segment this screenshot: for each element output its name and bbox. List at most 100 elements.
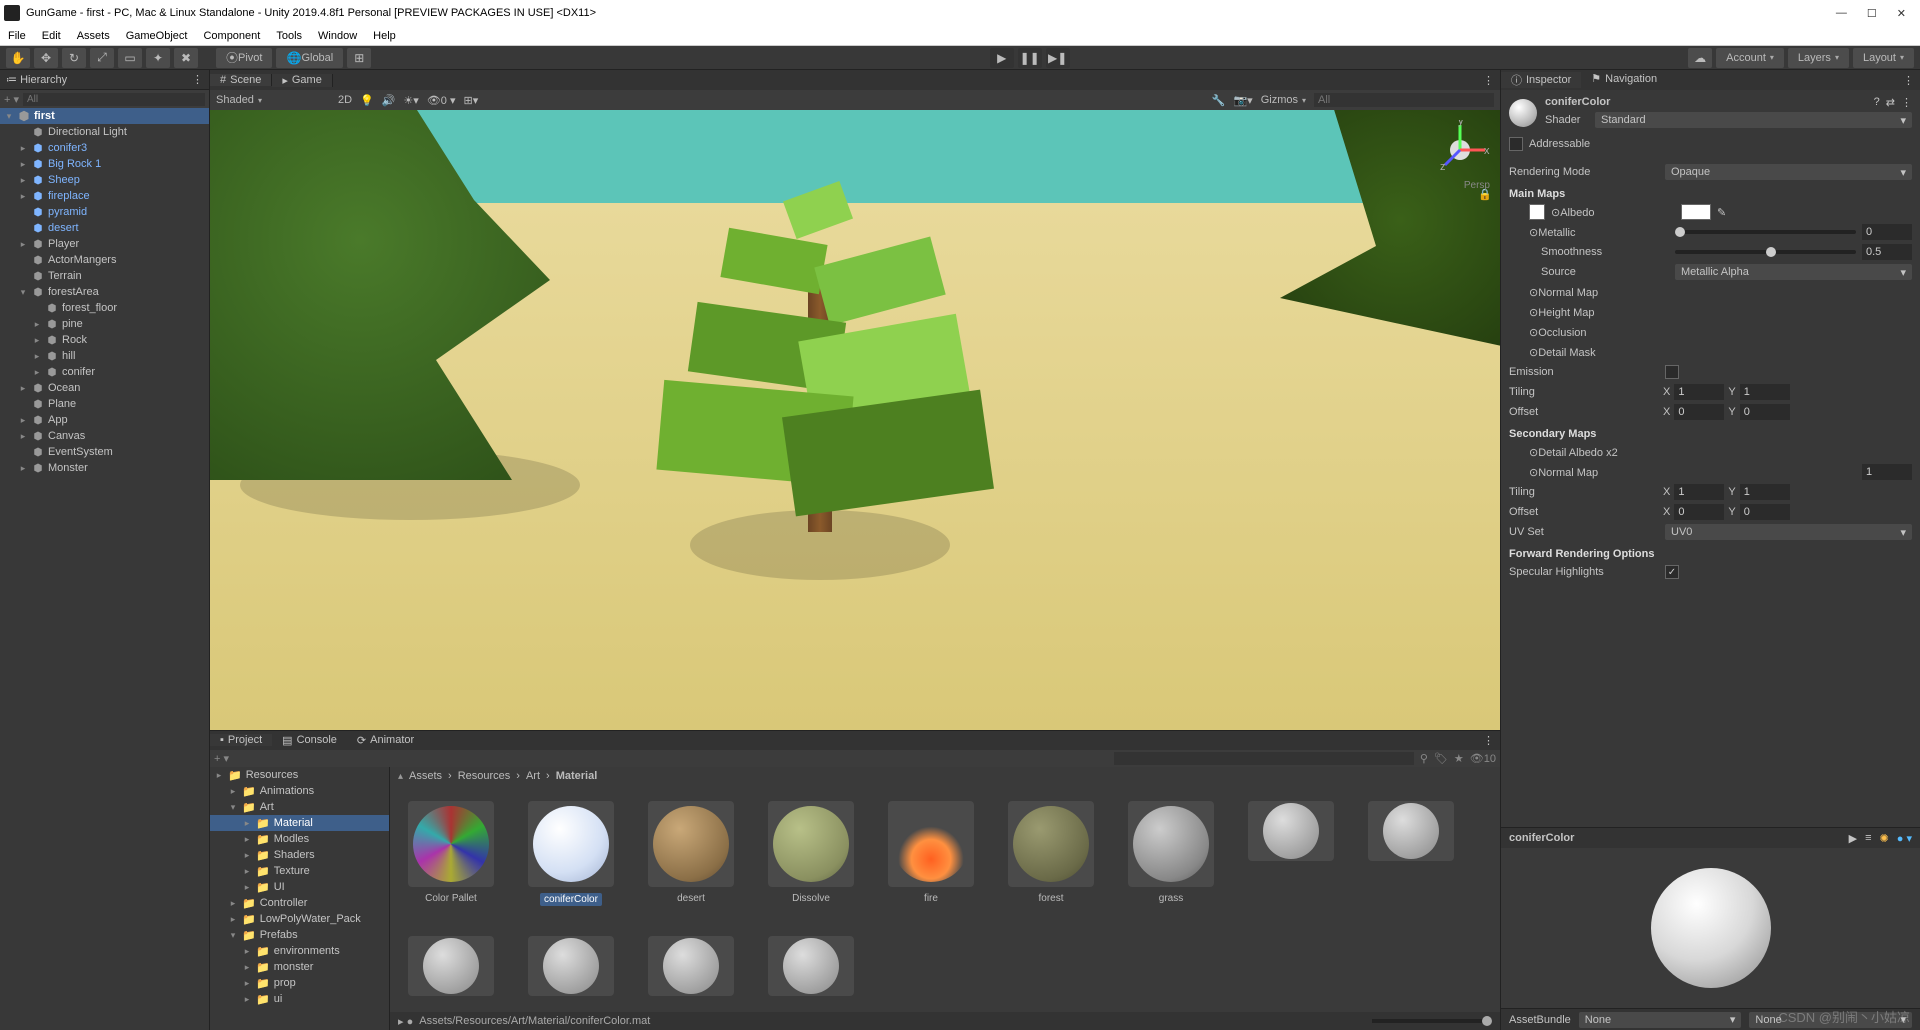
folder-item[interactable]: ▸📁Texture [210,863,389,879]
hierarchy-item[interactable]: ▸Monster [0,460,209,476]
offset2-y[interactable]: 0 [1740,504,1790,520]
project-menu-icon[interactable]: ⋮ [1477,734,1500,747]
grid-icon[interactable]: ⊞▾ [463,94,478,107]
crumb-material[interactable]: Material [556,770,598,782]
move-tool-button[interactable]: ✥ [34,48,58,68]
asset-item[interactable] [1366,801,1456,906]
asset-item[interactable]: desert [646,801,736,906]
asset-item[interactable]: Dissolve [766,801,856,906]
hierarchy-item[interactable]: EventSystem [0,444,209,460]
rect-tool-button[interactable]: ▭ [118,48,142,68]
normal2-value[interactable]: 1 [1862,464,1912,480]
folder-item[interactable]: ▸📁Resources [210,767,389,783]
filter-icon[interactable]: ⚲ [1420,752,1428,765]
scale-tool-button[interactable]: ⤢ [90,48,114,68]
preview-wire-icon[interactable]: ≡ [1865,832,1871,845]
pivot-toggle[interactable]: ⦿ Pivot [216,48,272,68]
hierarchy-item[interactable]: ▸Sheep [0,172,209,188]
material-preview-sphere[interactable] [1651,868,1771,988]
transform-tool-button[interactable]: ✦ [146,48,170,68]
tiling-y[interactable]: 1 [1740,384,1790,400]
asset-item[interactable] [1246,801,1336,906]
folder-item[interactable]: ▾📁Prefabs [210,927,389,943]
project-search-input[interactable] [1114,752,1414,765]
minimize-button[interactable]: — [1836,7,1847,20]
tab-project[interactable]: ▪ Project [210,734,272,746]
tiling-x[interactable]: 1 [1674,384,1724,400]
tab-console[interactable]: ▤ Console [272,734,347,747]
layout-dropdown[interactable]: Layout [1853,48,1914,68]
scene-view[interactable]: yxz 🔒 Persp [210,110,1500,730]
scene-tab-game[interactable]: ▸ Game [272,74,333,87]
hierarchy-tab[interactable]: ≔ Hierarchy [6,73,67,86]
tiling2-x[interactable]: 1 [1674,484,1724,500]
metallic-slider[interactable] [1675,230,1856,234]
star-icon[interactable]: ★ [1454,752,1464,765]
assetbundle-dropdown[interactable]: None▾ [1579,1012,1742,1028]
hierarchy-item[interactable]: Directional Light [0,124,209,140]
metallic-value[interactable]: 0 [1862,224,1912,240]
asset-item[interactable]: Color Pallet [406,801,496,906]
addressable-checkbox[interactable] [1509,137,1523,151]
menu-edit[interactable]: Edit [42,30,61,42]
menu-help[interactable]: Help [373,30,396,42]
albedo-color[interactable] [1681,204,1711,220]
hierarchy-item[interactable]: ▸App [0,412,209,428]
audio-icon[interactable]: 🔊 [382,94,396,107]
hierarchy-item[interactable]: ▸pine [0,316,209,332]
menu-window[interactable]: Window [318,30,357,42]
spec-hl-checkbox[interactable]: ✓ [1665,565,1679,579]
account-dropdown[interactable]: Account [1716,48,1784,68]
folder-item[interactable]: ▸📁monster [210,959,389,975]
hierarchy-item[interactable]: Plane [0,396,209,412]
preset-icon[interactable]: ⇄ [1886,96,1895,109]
hierarchy-item[interactable]: ▸Rock [0,332,209,348]
play-button[interactable]: ▶ [990,48,1014,68]
asset-item[interactable] [526,936,616,996]
hierarchy-item[interactable]: desert [0,220,209,236]
preview-play-icon[interactable]: ▶ [1849,832,1857,845]
fx-icon[interactable]: ☀▾ [403,94,418,107]
menu-file[interactable]: File [8,30,26,42]
folder-item[interactable]: ▸📁environments [210,943,389,959]
offset-x[interactable]: 0 [1674,404,1724,420]
asset-item[interactable]: grass [1126,801,1216,906]
asset-item[interactable] [766,936,856,996]
preview-shape-icon[interactable]: ● ▾ [1897,832,1912,845]
pause-button[interactable]: ❚❚ [1018,48,1042,68]
folder-item[interactable]: ▸📁LowPolyWater_Pack [210,911,389,927]
scene-menu-icon[interactable]: ⋮ [1477,74,1500,87]
lighting-icon[interactable]: 💡 [360,94,374,107]
hierarchy-item[interactable]: ActorMangers [0,252,209,268]
menu-tools[interactable]: Tools [276,30,302,42]
eyedropper-icon[interactable]: ✎ [1717,206,1726,219]
menu-component[interactable]: Component [203,30,260,42]
preview-light-icon[interactable]: ✺ [1880,832,1889,845]
offset2-x[interactable]: 0 [1674,504,1724,520]
hierarchy-item[interactable]: ▾forestArea [0,284,209,300]
albedo-texture[interactable] [1529,204,1545,220]
hierarchy-item[interactable]: Terrain [0,268,209,284]
asset-item[interactable] [406,936,496,996]
custom-tool-button[interactable]: ✖ [174,48,198,68]
tab-animator[interactable]: ⟳ Animator [347,734,424,747]
close-button[interactable]: ✕ [1897,7,1906,20]
crumb-resources[interactable]: Resources [458,770,511,782]
label-icon[interactable]: 🏷 [1434,752,1448,765]
snap-button[interactable]: ⊞ [347,48,371,68]
scene-search-input[interactable] [1314,93,1494,107]
orientation-gizmo[interactable]: yxz [1430,120,1490,180]
folder-item[interactable]: ▸📁Modles [210,831,389,847]
folder-item[interactable]: ▸📁Shaders [210,847,389,863]
global-toggle[interactable]: 🌐 Global [276,48,343,68]
camera-icon[interactable]: 📷▾ [1233,94,1252,107]
hierarchy-item[interactable]: ▸hill [0,348,209,364]
menu-icon[interactable]: ⋮ [1901,96,1912,109]
2d-toggle[interactable]: 2D [338,94,352,106]
create-dropdown[interactable]: + ▾ [4,93,19,106]
hidden-icon[interactable]: 👁0 ▾ [427,94,456,107]
hierarchy-item[interactable]: ▸Player [0,236,209,252]
folder-item[interactable]: ▸📁UI [210,879,389,895]
hand-tool-button[interactable]: ✋ [6,48,30,68]
folder-item[interactable]: ▸📁Animations [210,783,389,799]
